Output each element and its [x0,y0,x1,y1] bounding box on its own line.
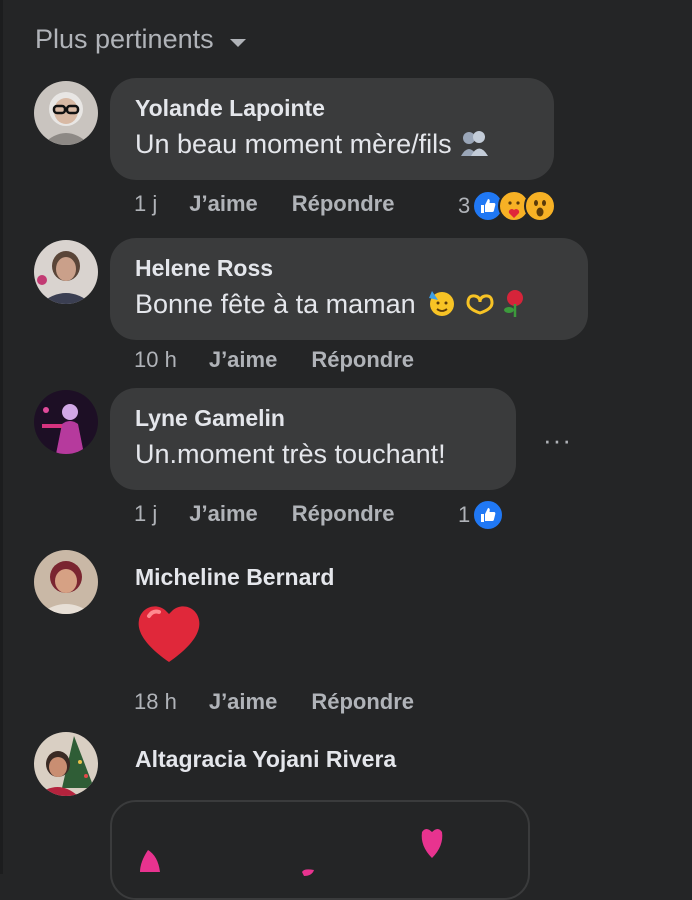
reply-button[interactable]: Répondre [292,501,395,527]
reaction-count: 3 [458,193,471,218]
comment-author[interactable]: Lyne Gamelin [135,404,492,432]
like-icon [472,499,505,531]
left-edge [0,0,3,874]
rose-icon [504,290,524,317]
avatar[interactable] [34,81,98,145]
avatar[interactable] [34,390,98,454]
sort-label: Plus pertinents [35,24,214,54]
comment-text-content: Bonne fête à ta maman [135,289,416,319]
like-button[interactable]: J’aime [189,191,258,217]
comment-actions: 1 j J’aime Répondre [134,189,394,219]
heart-sticker-icon [140,829,443,876]
reply-button[interactable]: Répondre [292,191,395,217]
caret-down-icon [229,38,246,47]
wow-icon [524,190,557,222]
comment-author[interactable]: Altagracia Yojani Rivera [135,746,396,773]
red-heart-icon [138,606,200,662]
comment-time[interactable]: 18 h [134,689,177,715]
avatar[interactable] [34,550,98,614]
like-button[interactable]: J’aime [209,347,278,373]
comment-bubble: Lyne Gamelin Un.moment très touchant! [110,388,516,490]
comment-time[interactable]: 1 j [134,501,157,527]
comment-author[interactable]: Micheline Bernard [135,564,334,591]
reply-button[interactable]: Répondre [311,689,414,715]
comment-actions: 18 h J’aime Répondre [134,687,414,717]
more-options-button[interactable]: ··· [543,425,572,456]
sticker-attachment[interactable] [110,800,530,900]
comment-author[interactable]: Yolande Lapointe [135,94,530,122]
comment-time[interactable]: 1 j [134,191,157,217]
avatar[interactable] [34,240,98,304]
comment-time[interactable]: 10 h [134,347,177,373]
comment-bubble: Yolande Lapointe Un beau moment mère/fil… [110,78,554,180]
comment-actions: 10 h J’aime Répondre [134,345,414,375]
like-button[interactable]: J’aime [209,689,278,715]
comment-text: Un.moment très touchant! [135,439,446,469]
like-button[interactable]: J’aime [189,501,258,527]
reaction-count: 1 [458,502,471,527]
sort-dropdown[interactable]: Plus pertinents [35,24,246,55]
comment-text: Un beau moment mère/fils [135,126,530,162]
reply-button[interactable]: Répondre [311,347,414,373]
reaction-summary[interactable]: 1 [458,499,505,531]
avatar[interactable] [34,732,98,796]
comment-bubble: Helene Ross Bonne fête à ta maman [110,238,588,340]
people-hugging-emoji-icon [461,131,489,156]
partying-face-icon [429,291,455,316]
comment-text-content: Un beau moment mère/fils [135,129,452,159]
reaction-summary[interactable]: 3 [458,190,557,222]
heart-hands-icon [466,294,494,315]
comment-text: Bonne fête à ta maman [135,286,564,322]
comment-actions: 1 j J’aime Répondre [134,499,394,529]
comment-author[interactable]: Helene Ross [135,254,564,282]
